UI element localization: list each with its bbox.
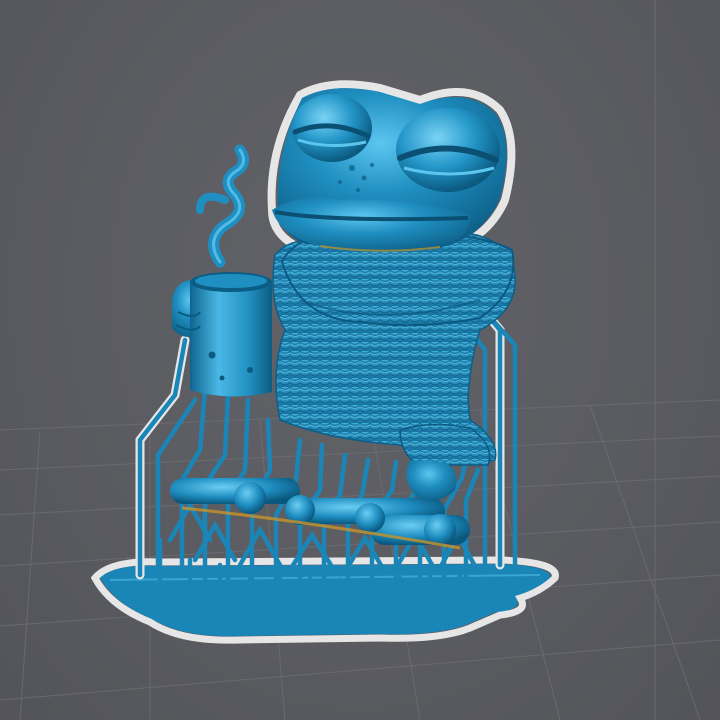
3d-viewport[interactable] [0, 0, 720, 720]
mug [190, 276, 272, 397]
frog-model[interactable] [267, 80, 516, 501]
mug-group[interactable] [172, 144, 272, 397]
viewport-canvas[interactable] [0, 0, 720, 720]
